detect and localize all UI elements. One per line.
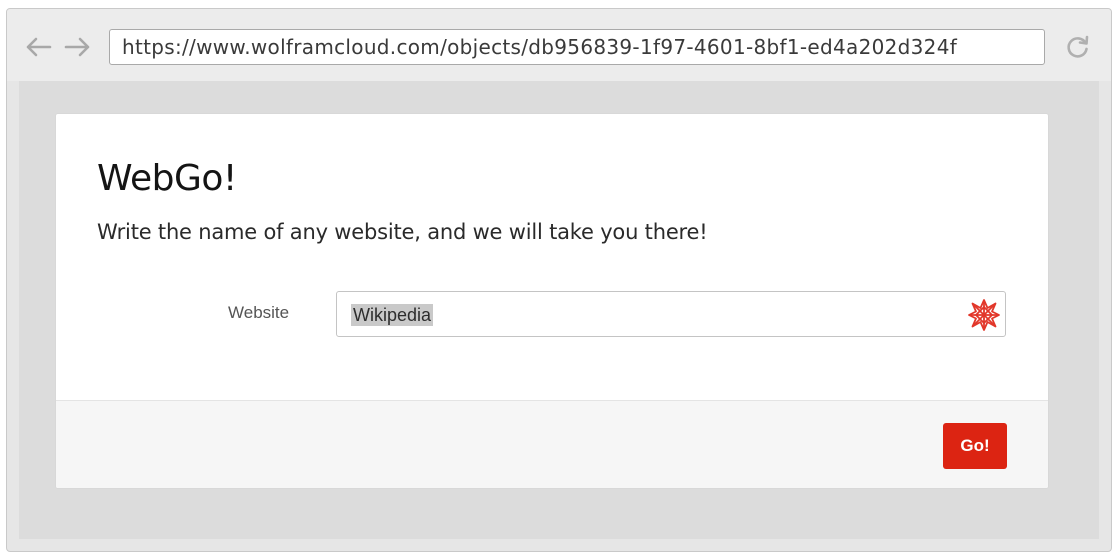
website-input[interactable]: Wikipedia — [336, 291, 1006, 337]
page-title: WebGo! — [97, 158, 237, 199]
forward-button[interactable] — [61, 33, 95, 61]
page-content: WebGo! Write the name of any website, an… — [19, 81, 1099, 539]
form-footer: Go! — [56, 400, 1048, 488]
back-button[interactable] — [21, 33, 55, 61]
url-bar[interactable]: https://www.wolframcloud.com/objects/db9… — [109, 29, 1045, 65]
reload-button[interactable] — [1061, 33, 1095, 61]
reload-icon — [1067, 35, 1089, 58]
arrow-right-icon — [64, 37, 90, 57]
browser-toolbar: https://www.wolframcloud.com/objects/db9… — [7, 9, 1111, 81]
arrow-left-icon — [26, 37, 52, 57]
wolfram-spikey-icon[interactable] — [967, 298, 1001, 332]
website-field-label: Website — [228, 303, 290, 322]
webgo-form-card: WebGo! Write the name of any website, an… — [55, 113, 1049, 489]
website-input-value[interactable]: Wikipedia — [351, 304, 434, 326]
go-button[interactable]: Go! — [943, 423, 1007, 469]
page-description: Write the name of any website, and we wi… — [97, 220, 708, 244]
browser-window: https://www.wolframcloud.com/objects/db9… — [6, 8, 1112, 552]
